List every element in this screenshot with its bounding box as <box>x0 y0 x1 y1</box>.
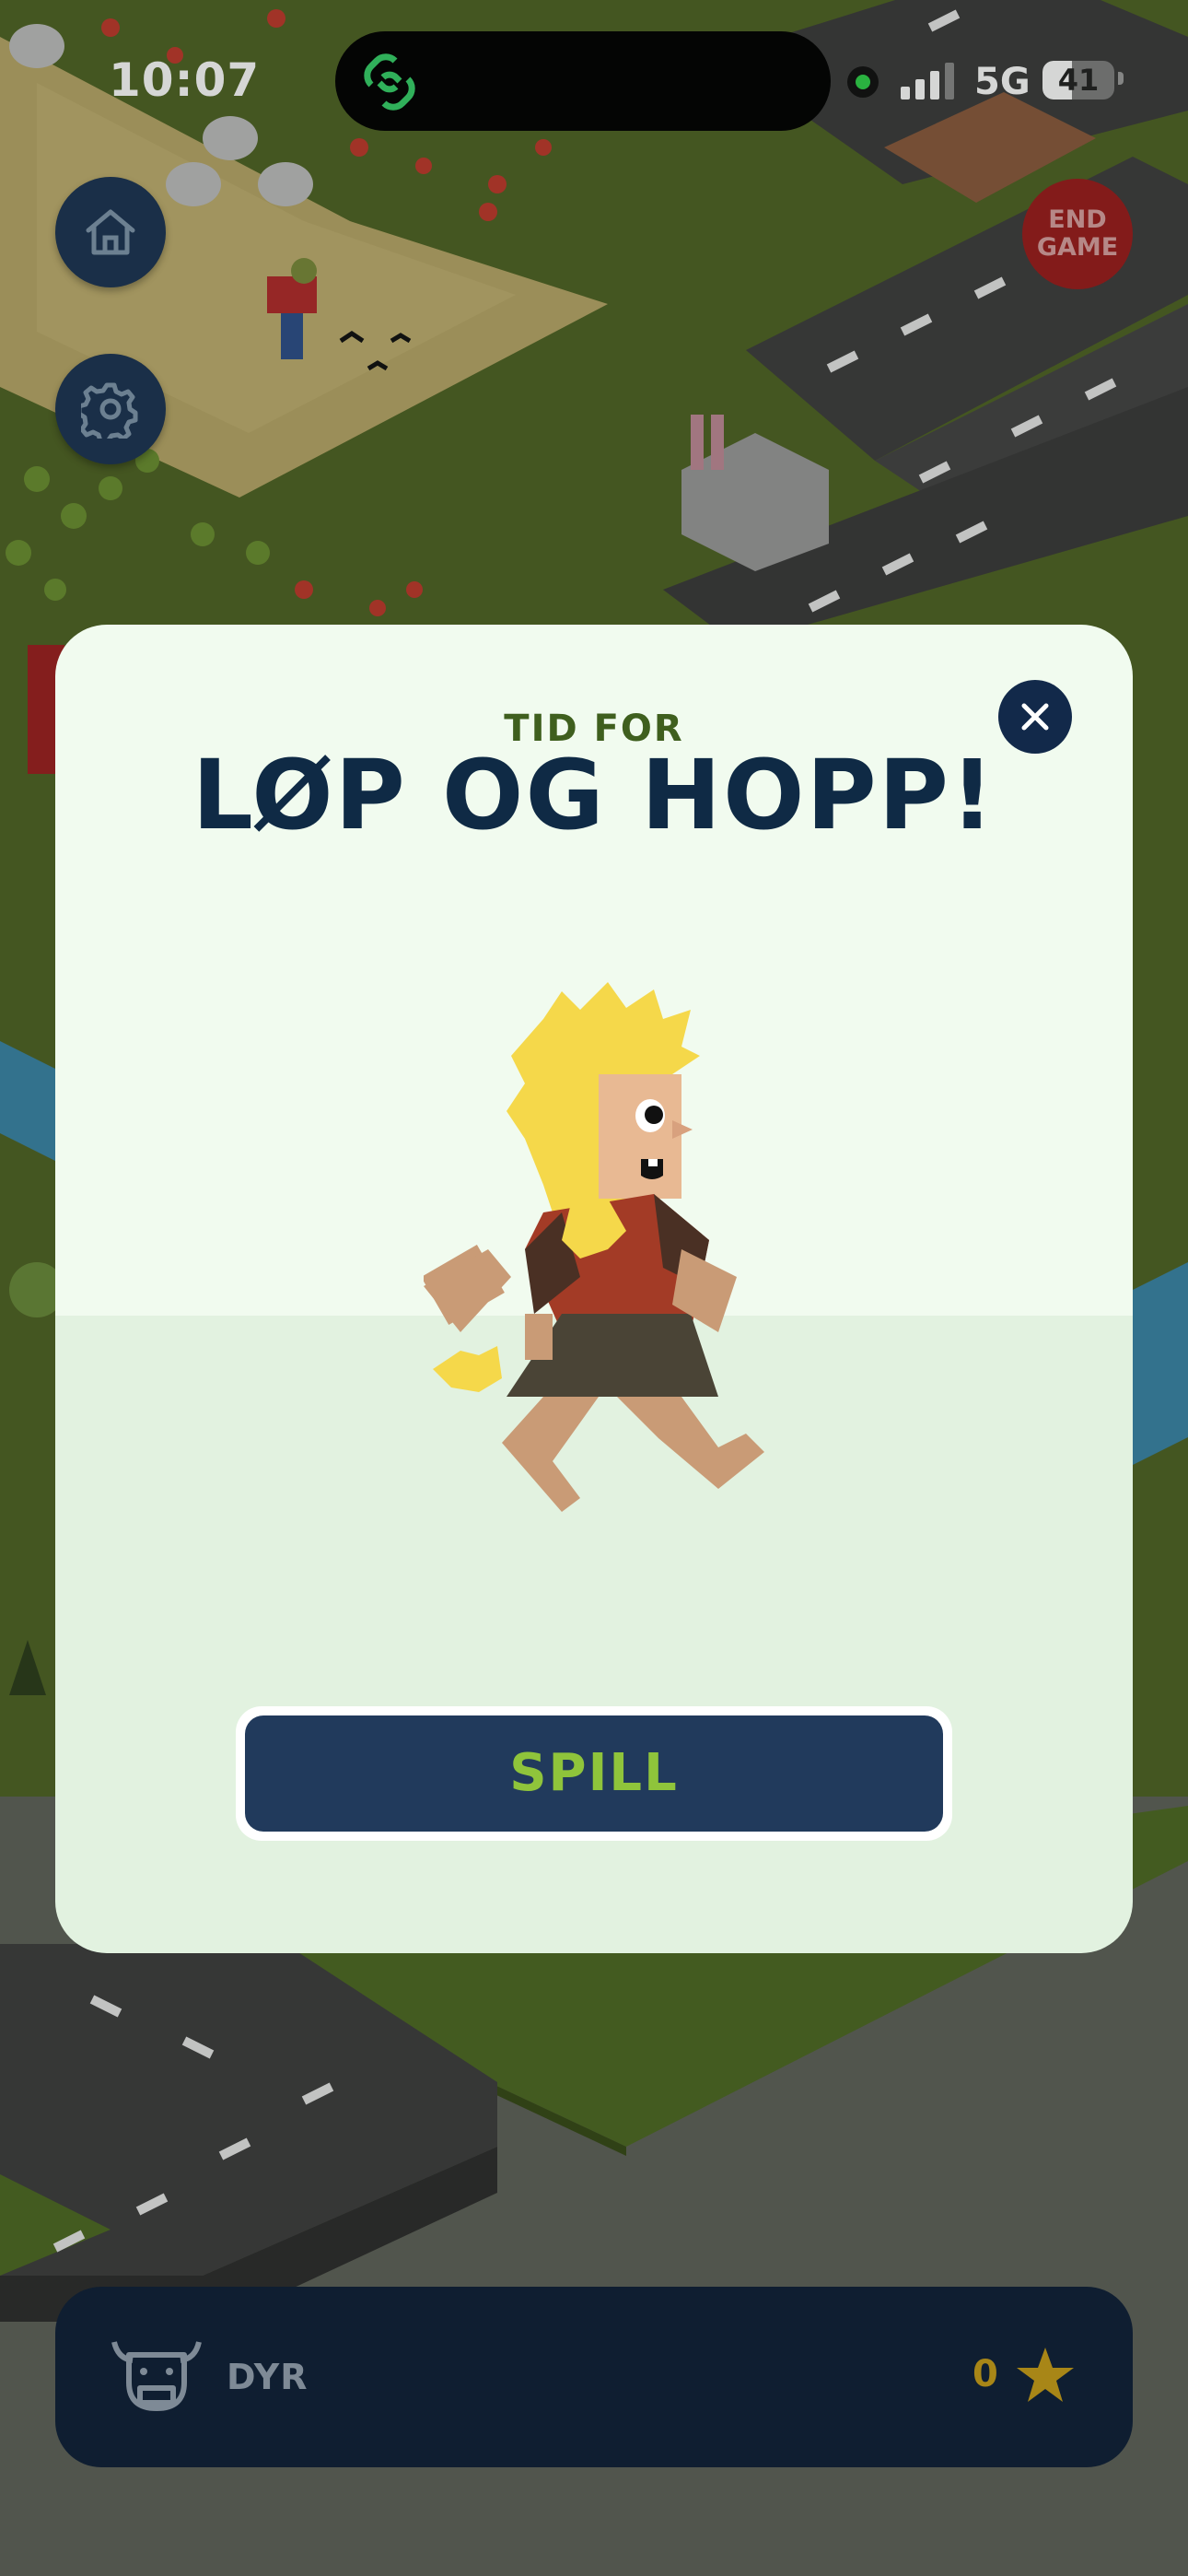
star-count: 0 <box>973 2353 998 2395</box>
running-caveman-character <box>424 982 764 1512</box>
play-button[interactable]: SPILL <box>245 1715 943 1832</box>
modal-title: LØP OG HOPP! <box>192 739 996 851</box>
game-intro-modal: TID FOR LØP OG HOPP! SPILL <box>55 625 1133 1953</box>
star-icon <box>1017 2348 1074 2402</box>
cow-icon <box>111 2341 202 2411</box>
play-button-frame: SPILL <box>236 1706 952 1841</box>
bottom-bar: DYR 0 <box>55 2287 1133 2467</box>
animals-label: DYR <box>227 2357 309 2397</box>
